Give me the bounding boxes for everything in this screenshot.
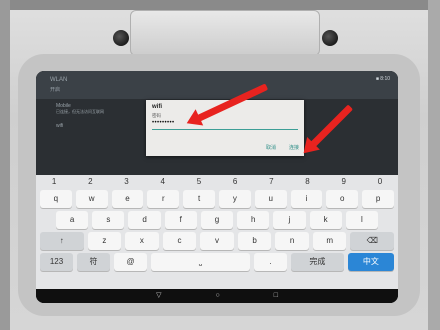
device-handle-slot: [130, 10, 320, 56]
background-top: [0, 0, 440, 10]
mounting-hole-left: [113, 30, 129, 46]
number-key-3[interactable]: 3: [108, 175, 144, 189]
key-x[interactable]: x: [125, 232, 159, 250]
background-right: [428, 0, 440, 330]
wlan-toggle-label: 开启: [50, 87, 61, 93]
app-title: WLAN: [50, 77, 68, 83]
key-c[interactable]: c: [162, 232, 197, 250]
space-key[interactable]: ⎵: [151, 253, 250, 271]
key-j[interactable]: j: [273, 211, 306, 229]
at-key[interactable]: @: [114, 253, 147, 271]
home-icon[interactable]: ○: [215, 289, 219, 303]
key-q[interactable]: q: [40, 190, 72, 208]
key-g[interactable]: g: [200, 211, 234, 229]
symbols-key[interactable]: 符: [77, 253, 110, 271]
touch-screen: WLAN 开启 ■ 8:10 Mobile 已连接，但无法访问互联网 wifi …: [36, 71, 398, 303]
key-n[interactable]: n: [275, 232, 309, 250]
background-left: [0, 0, 10, 330]
key-w[interactable]: w: [75, 190, 108, 208]
key-m[interactable]: m: [312, 232, 347, 250]
network-item-wifi[interactable]: wifi: [44, 121, 124, 133]
number-key-8[interactable]: 8: [289, 175, 325, 189]
key-h[interactable]: h: [237, 211, 270, 229]
network-name-2: wifi: [56, 123, 64, 129]
key-a[interactable]: a: [56, 211, 89, 229]
soft-keyboard: 1234567890 qwertyuiop asdfghjkl ↑ z x c v b n m…: [36, 175, 398, 289]
network-item-connected[interactable]: Mobile 已连接，但无法访问互联网: [44, 103, 124, 115]
key-i[interactable]: i: [290, 190, 323, 208]
key-l[interactable]: l: [345, 211, 378, 229]
key-123[interactable]: 123: [40, 253, 73, 271]
mounting-hole-right: [322, 30, 338, 46]
keyboard-row-1: qwertyuiop: [38, 190, 396, 210]
key-z[interactable]: z: [87, 232, 122, 250]
number-key-1[interactable]: 1: [36, 175, 72, 189]
shift-key[interactable]: ↑: [40, 232, 84, 250]
key-f[interactable]: f: [164, 211, 197, 229]
number-key-6[interactable]: 6: [217, 175, 253, 189]
number-key-0[interactable]: 0: [362, 175, 398, 189]
android-nav-bar: ▽ ○ □: [36, 289, 398, 303]
dialog-title: wifi: [152, 104, 162, 110]
key-u[interactable]: u: [254, 190, 287, 208]
status-bar-battery: ■ 8:10: [375, 76, 390, 82]
key-t[interactable]: t: [183, 190, 215, 208]
number-key-2[interactable]: 2: [72, 175, 108, 189]
app-bar: WLAN 开启 ■ 8:10: [36, 71, 398, 99]
password-underline: [152, 129, 298, 130]
password-input[interactable]: •••••••••: [152, 120, 175, 126]
backspace-key[interactable]: ⌫: [350, 232, 395, 250]
back-icon[interactable]: ▽: [156, 289, 161, 303]
chinese-key[interactable]: 中文: [347, 253, 394, 271]
period-key[interactable]: .: [254, 253, 287, 271]
number-key-9[interactable]: 9: [326, 175, 362, 189]
key-k[interactable]: k: [309, 211, 342, 229]
keyboard-row-3: ↑ z x c v b n m ⌫: [38, 232, 396, 252]
done-key[interactable]: 完成: [291, 253, 344, 271]
password-label: 密码: [152, 113, 161, 118]
number-key-7[interactable]: 7: [253, 175, 289, 189]
key-e[interactable]: e: [111, 190, 144, 208]
key-d[interactable]: d: [128, 211, 161, 229]
key-r[interactable]: r: [147, 190, 180, 208]
key-v[interactable]: v: [200, 232, 234, 250]
key-b[interactable]: b: [237, 232, 272, 250]
number-row: 1234567890: [36, 175, 398, 189]
key-p[interactable]: p: [362, 190, 394, 208]
number-key-4[interactable]: 4: [145, 175, 181, 189]
number-key-5[interactable]: 5: [181, 175, 217, 189]
recents-icon[interactable]: □: [274, 289, 278, 303]
key-o[interactable]: o: [326, 190, 359, 208]
keyboard-row-4: 123 符 @ ⎵. 完成 中文: [38, 253, 396, 273]
keyboard-row-2: asdfghjkl: [54, 211, 380, 231]
cancel-button[interactable]: 取消: [266, 144, 276, 151]
network-status: 已连接，但无法访问互联网: [56, 109, 104, 114]
key-y[interactable]: y: [218, 190, 251, 208]
key-s[interactable]: s: [92, 211, 125, 229]
